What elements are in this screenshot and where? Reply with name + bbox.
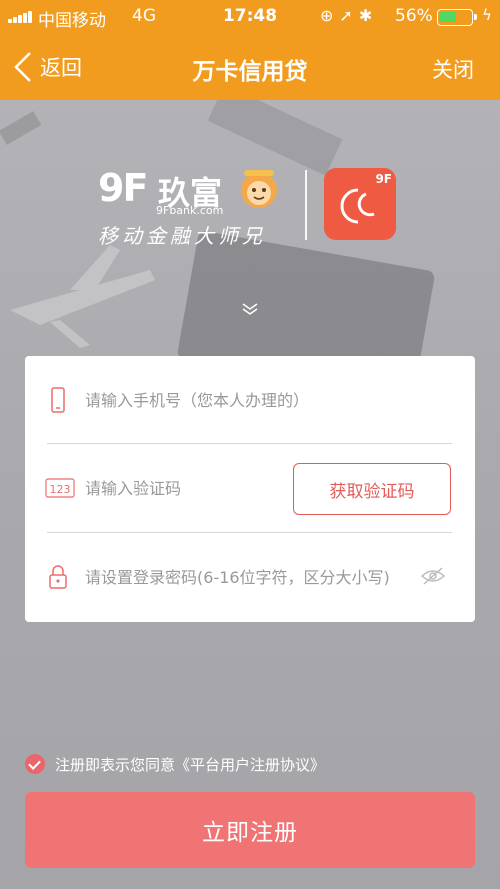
phone-row [25, 356, 475, 444]
logo-domain: 9Fbank.com [156, 204, 224, 217]
bluetooth-icon: ✱ [358, 6, 379, 25]
app-logo: 9F [324, 168, 396, 240]
logo-mark: 9F [98, 166, 148, 210]
double-chevron-down-icon [242, 303, 258, 315]
agreement-checkbox[interactable] [25, 754, 45, 774]
battery-icon [437, 9, 477, 26]
verification-code-input[interactable] [85, 473, 275, 503]
battery-percent: 56% [395, 6, 433, 26]
close-button[interactable]: 关闭 [432, 54, 474, 84]
background-paper [207, 100, 343, 176]
status-bar: 中国移动 4G 17:48 ⊕➚✱ 56% ϟ [0, 0, 500, 34]
register-form: 123 获取验证码 [25, 356, 475, 622]
monkey-mascot-icon [241, 170, 277, 208]
back-label: 返回 [40, 56, 82, 80]
back-button[interactable]: 返回 [12, 46, 82, 88]
nav-bar: 返回 万卡信用贷 关闭 [0, 34, 500, 100]
password-row [25, 533, 475, 621]
battery-fill [440, 12, 456, 22]
phone-input[interactable] [85, 385, 445, 415]
register-button[interactable]: 立即注册 [25, 792, 475, 868]
svg-text:123: 123 [50, 483, 71, 496]
agreement-text: 注册即表示您同意 [55, 755, 176, 774]
chevron-left-icon [14, 52, 31, 82]
brand-logo: 9F 玖富 9Fbank.com 移动金融大师兄 [98, 166, 288, 248]
agreement-link[interactable]: 《平台用户注册协议》 [175, 754, 325, 775]
logo-divider [305, 170, 307, 240]
location-icon: ➚ [339, 6, 359, 25]
lock-icon [49, 565, 67, 589]
phone-icon [51, 387, 65, 413]
eye-hidden-icon[interactable] [420, 566, 446, 586]
lock-rotation-icon: ⊕ [320, 6, 340, 25]
airplane-decoration [10, 245, 155, 348]
background-pen [0, 111, 42, 145]
agreement: 注册即表示您同意 《平台用户注册协议》 [25, 752, 325, 776]
status-icons: ⊕➚✱ [320, 6, 378, 25]
app-logo-icon [340, 188, 375, 224]
logo-slogan: 移动金融大师兄 [98, 224, 266, 248]
charging-icon: ϟ [482, 6, 492, 24]
numeric-123-icon: 123 [45, 478, 75, 498]
get-code-button[interactable]: 获取验证码 [293, 463, 451, 515]
password-input[interactable] [85, 562, 415, 592]
